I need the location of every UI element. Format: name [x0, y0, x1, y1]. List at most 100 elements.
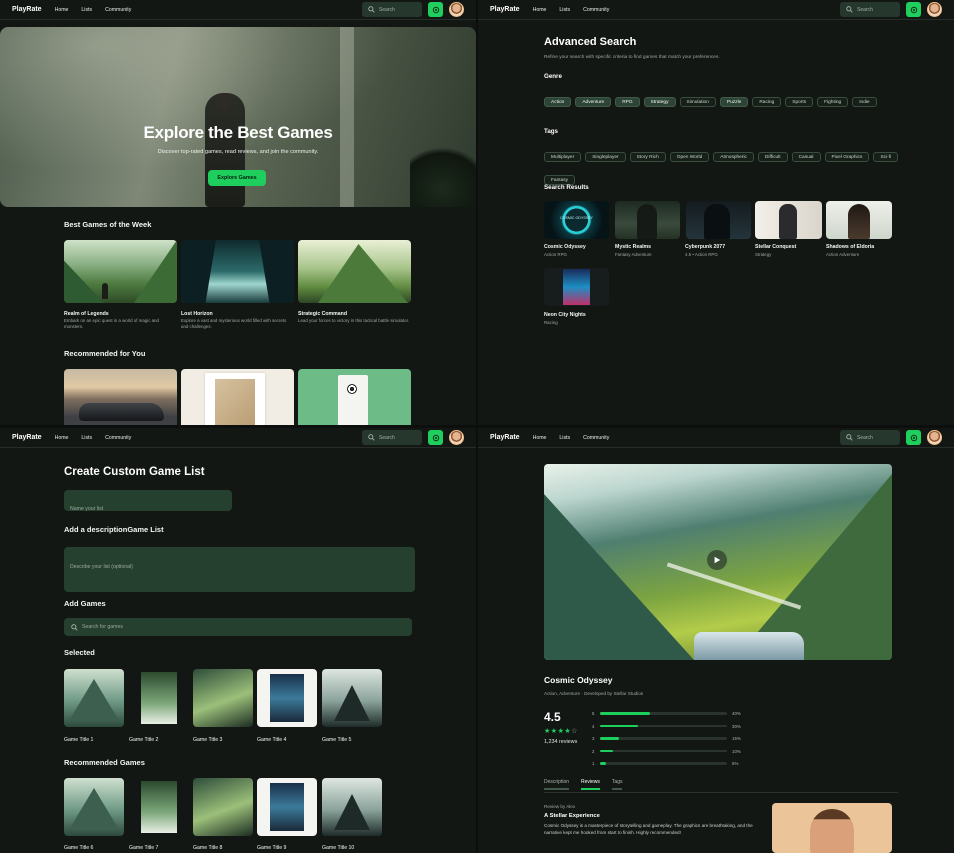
- result-title-4[interactable]: Stellar Conquest: [755, 244, 796, 250]
- result-title-3[interactable]: Cyberpunk 2077: [685, 244, 725, 250]
- nav-home[interactable]: Home: [55, 435, 69, 441]
- search-input[interactable]: Search: [362, 2, 422, 17]
- genre-chip-racing[interactable]: Racing: [752, 97, 782, 107]
- game-search-placeholder: Search for games: [82, 624, 123, 630]
- tag-chip-multiplayer[interactable]: Multiplayer: [544, 152, 582, 162]
- recommended-game-6[interactable]: [64, 778, 124, 836]
- tag-chip-sci-fi[interactable]: Sci-fi: [873, 152, 899, 162]
- game-card-image-2[interactable]: [181, 240, 294, 303]
- genre-chip-adventure[interactable]: Adventure: [575, 97, 612, 107]
- avatar[interactable]: [449, 2, 464, 17]
- selected-game-2[interactable]: [129, 669, 189, 727]
- result-title-6[interactable]: Neon City Nights: [544, 312, 586, 318]
- brand-logo[interactable]: PlayRate: [490, 434, 520, 441]
- genre-chip-puzzle[interactable]: Puzzle: [719, 97, 749, 107]
- tab-reviews[interactable]: Reviews: [581, 779, 600, 790]
- selected-game-3[interactable]: [193, 669, 253, 727]
- tag-chip-story-rich[interactable]: Story Rich: [629, 152, 666, 162]
- rating-row-3: 3 15%: [592, 736, 741, 741]
- search-input[interactable]: Search: [362, 430, 422, 445]
- result-title-5[interactable]: Shadows of Eldoria: [826, 244, 874, 250]
- home-screen: PlayRate Home Lists Community Search Exp…: [0, 0, 476, 425]
- nav-community[interactable]: Community: [105, 435, 131, 441]
- result-image-stellar-conquest[interactable]: [755, 201, 822, 239]
- tag-chip-singleplayer[interactable]: Singleplayer: [585, 152, 626, 162]
- nav-lists[interactable]: Lists: [81, 435, 92, 441]
- nav-community[interactable]: Community: [105, 7, 131, 13]
- top-nav: PlayRate Home Lists Community Search: [478, 428, 954, 448]
- selected-game-5[interactable]: [322, 669, 382, 727]
- tag-chip-casual[interactable]: Casual: [791, 152, 821, 162]
- genre-chip-fighting[interactable]: Fighting: [817, 97, 849, 107]
- recommended-card-car[interactable]: [64, 369, 177, 425]
- game-detail-screen: PlayRate Home Lists Community Search Cos…: [478, 428, 954, 853]
- selected-game-4[interactable]: [257, 669, 317, 727]
- result-image-cyberpunk-2077[interactable]: [686, 201, 751, 239]
- search-input[interactable]: Search: [840, 2, 900, 17]
- game-card-title-3[interactable]: Strategic Command: [298, 311, 347, 317]
- recommended-game-9[interactable]: [257, 778, 317, 836]
- tab-description[interactable]: Description: [544, 779, 570, 790]
- nav-home[interactable]: Home: [55, 7, 69, 13]
- nav-home[interactable]: Home: [533, 435, 547, 441]
- recommended-card-board[interactable]: [181, 369, 294, 425]
- settings-button[interactable]: [428, 2, 443, 17]
- avatar[interactable]: [927, 2, 942, 17]
- tag-chip-atmospheric[interactable]: Atmospheric: [713, 152, 754, 162]
- explore-games-button[interactable]: Explore Games: [208, 170, 266, 186]
- genre-chip-strategy[interactable]: Strategy: [643, 97, 676, 107]
- genre-chip-sports[interactable]: Sports: [785, 97, 814, 107]
- recommended-title-8: Game Title 8: [193, 845, 223, 851]
- list-name-input[interactable]: Name your list: [64, 490, 232, 512]
- result-title-2[interactable]: Mystic Realms: [615, 244, 651, 250]
- brand-logo[interactable]: PlayRate: [490, 6, 520, 13]
- selected-game-1[interactable]: [64, 669, 124, 727]
- search-icon: [846, 434, 853, 441]
- nav-lists[interactable]: Lists: [81, 7, 92, 13]
- result-image-cosmic-odyssey[interactable]: COSMIC ODYSSEY: [544, 201, 609, 239]
- nav-lists[interactable]: Lists: [559, 435, 570, 441]
- rating-row-percent: 5%: [732, 761, 739, 766]
- tag-chip-difficult[interactable]: Difficult: [757, 152, 788, 162]
- nav-community[interactable]: Community: [583, 7, 609, 13]
- settings-button[interactable]: [906, 430, 921, 445]
- search-input[interactable]: Search: [840, 430, 900, 445]
- settings-button[interactable]: [906, 2, 921, 17]
- genre-chip-action[interactable]: Action: [544, 97, 572, 107]
- result-image-neon-city-nights[interactable]: [544, 268, 609, 306]
- brand-logo[interactable]: PlayRate: [12, 6, 42, 13]
- game-card-image-1[interactable]: [64, 240, 177, 303]
- rating-row-5: 5 40%: [592, 711, 741, 716]
- nav-home[interactable]: Home: [533, 7, 547, 13]
- result-image-shadows-of-eldoria[interactable]: [826, 201, 892, 239]
- result-image-mystic-realms[interactable]: [615, 201, 680, 239]
- genre-chip-rpg[interactable]: RPG: [615, 97, 640, 107]
- brand-logo[interactable]: PlayRate: [12, 434, 42, 441]
- recommended-game-10[interactable]: [322, 778, 382, 836]
- avatar[interactable]: [927, 430, 942, 445]
- avatar[interactable]: [449, 430, 464, 445]
- game-card-title-2[interactable]: Lost Horizon: [181, 311, 213, 317]
- nav-community[interactable]: Community: [583, 435, 609, 441]
- settings-button[interactable]: [428, 430, 443, 445]
- game-search-input[interactable]: Search for games: [64, 618, 412, 636]
- recommended-game-7[interactable]: [129, 778, 189, 836]
- recommended-game-8[interactable]: [193, 778, 253, 836]
- detail-tabs: Description Reviews Tags: [544, 779, 634, 790]
- game-card-title-1[interactable]: Realm of Legends: [64, 311, 109, 317]
- game-trailer-video[interactable]: [544, 464, 892, 660]
- game-card-image-3[interactable]: [298, 240, 411, 303]
- game-title: Cosmic Odyssey: [544, 675, 613, 685]
- tag-chip-pixel-graphics[interactable]: Pixel Graphics: [824, 152, 870, 162]
- genre-chip-indie[interactable]: Indie: [852, 97, 877, 107]
- list-description-textarea[interactable]: Describe your list (optional): [64, 547, 415, 592]
- nav-lists[interactable]: Lists: [559, 7, 570, 13]
- tag-chip-open-world[interactable]: Open World: [669, 152, 710, 162]
- recommended-title-6: Game Title 6: [64, 845, 94, 851]
- recommended-card-poster[interactable]: [298, 369, 411, 425]
- tab-tags[interactable]: Tags: [611, 779, 623, 790]
- genre-chip-simulation[interactable]: Simulation: [679, 97, 716, 107]
- result-title-1[interactable]: Cosmic Odyssey: [544, 244, 586, 250]
- play-button[interactable]: [707, 550, 727, 570]
- hero-plant: [410, 147, 476, 207]
